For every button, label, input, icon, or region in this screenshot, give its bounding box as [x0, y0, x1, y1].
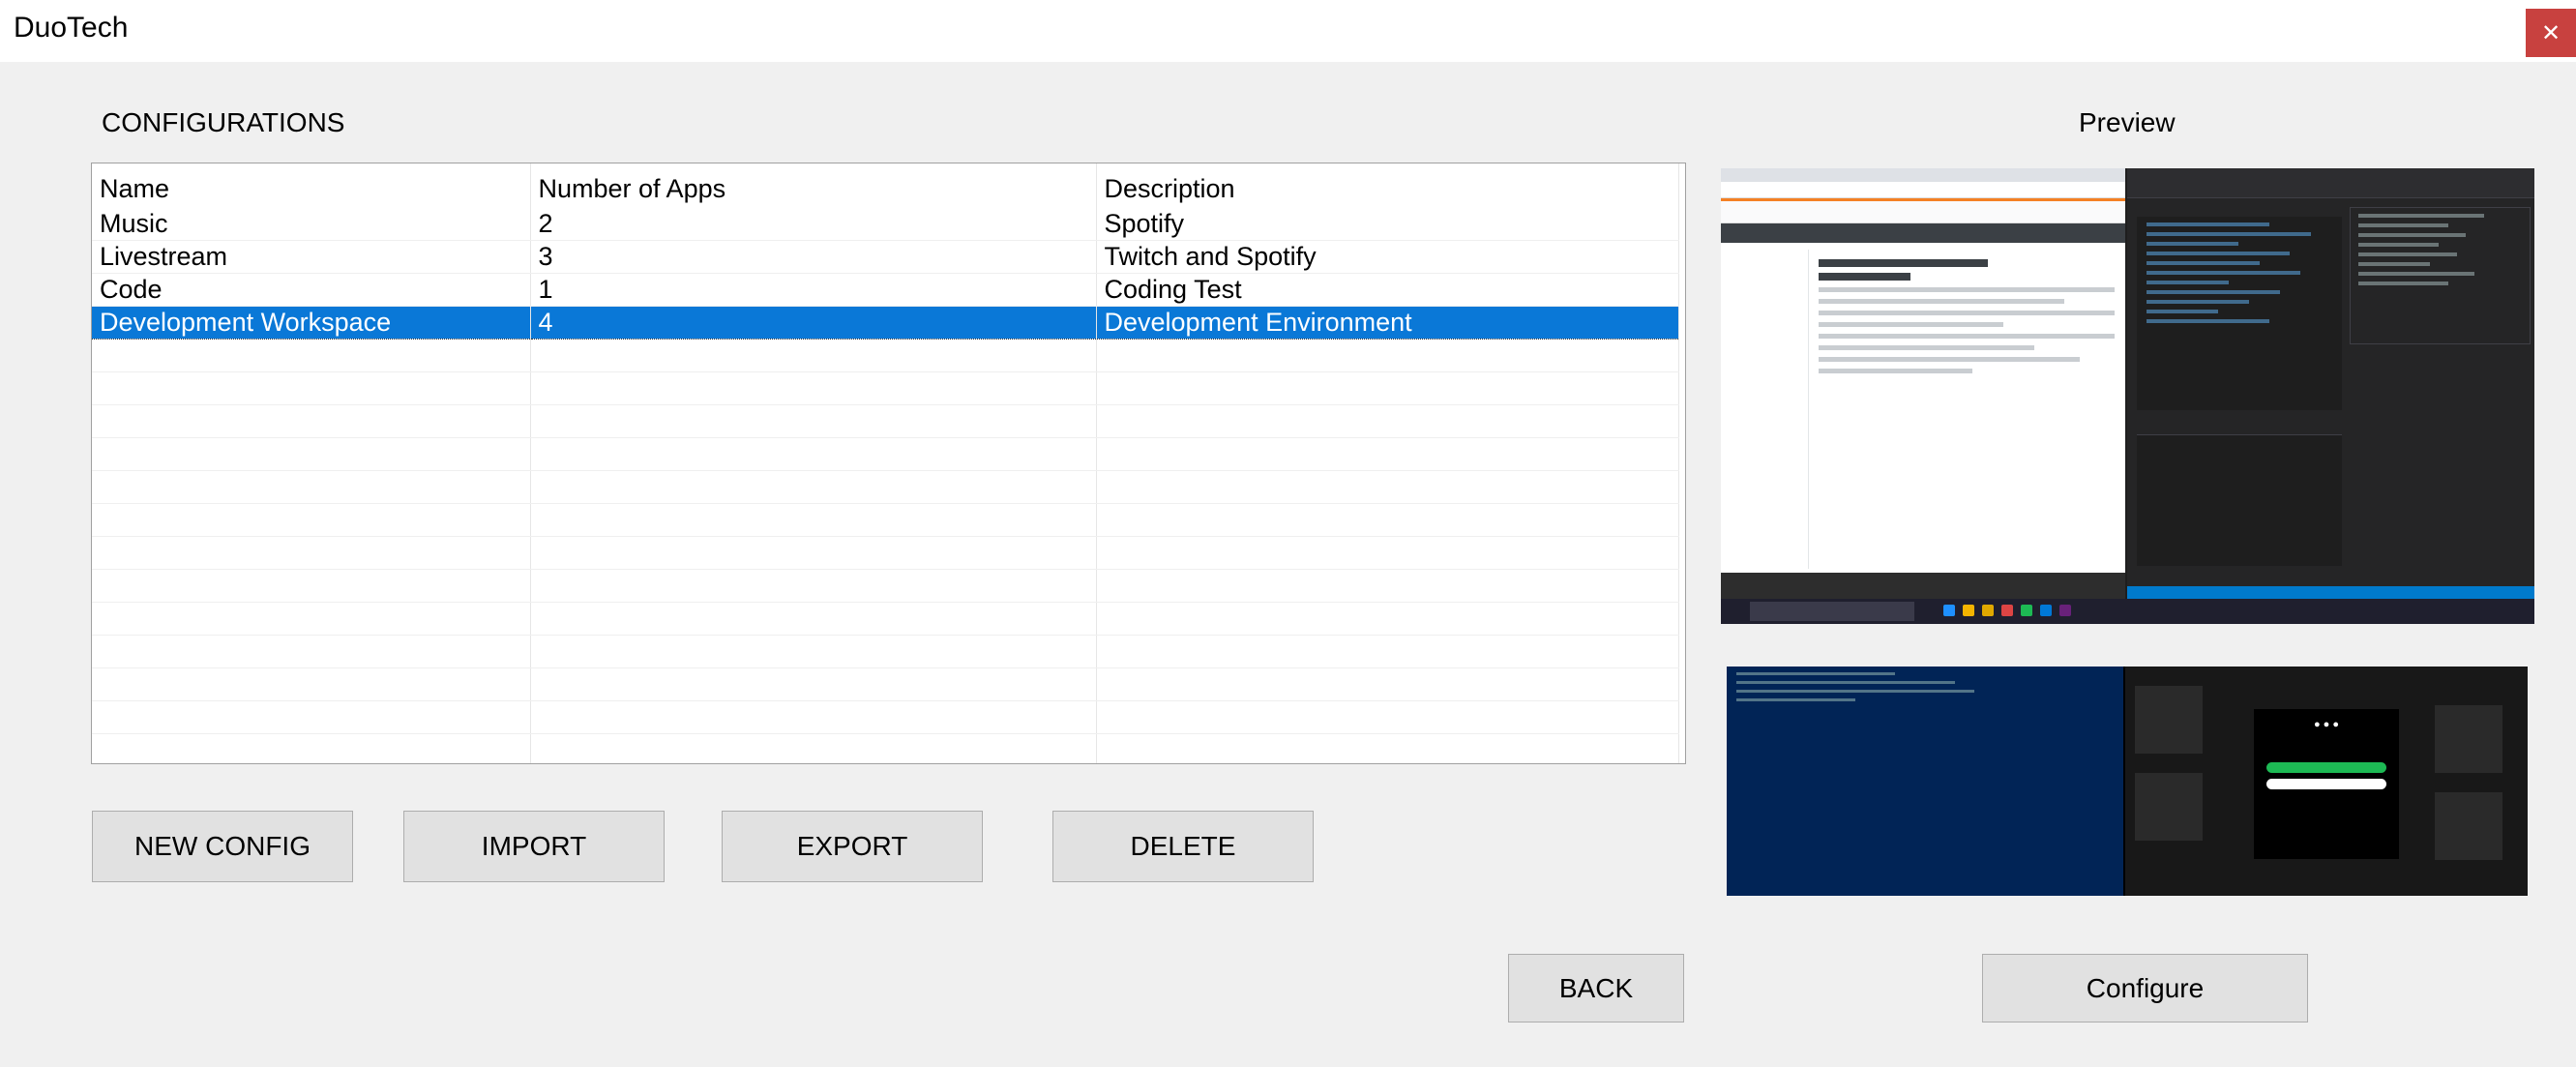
table-cell-description[interactable]	[1096, 503, 1679, 537]
table-cell-name[interactable]: Livestream	[92, 240, 531, 274]
table-cell-description[interactable]	[1096, 470, 1679, 504]
column-header-name[interactable]: Name	[92, 163, 531, 208]
table-row-empty[interactable]	[92, 536, 1679, 570]
preview-music-window: ● ● ●	[2125, 667, 2528, 896]
table-cell-name[interactable]	[92, 404, 531, 438]
table-cell-description[interactable]	[1096, 404, 1679, 438]
table-row-empty[interactable]	[92, 437, 1679, 471]
preview-taskbar	[1721, 599, 2534, 624]
table-cell-description[interactable]: Development Environment	[1096, 306, 1679, 340]
table-cell-description[interactable]	[1096, 667, 1679, 701]
table-cell-name[interactable]: Code	[92, 273, 531, 307]
import-button[interactable]: IMPORT	[403, 811, 665, 882]
table-cell-description[interactable]: Spotify	[1096, 208, 1679, 241]
table-cell-apps[interactable]	[530, 602, 1097, 636]
table-cell-apps[interactable]	[530, 569, 1097, 603]
table-cell-name[interactable]	[92, 503, 531, 537]
table-row[interactable]: Code 1 Coding Test	[92, 273, 1679, 307]
table-row-empty[interactable]	[92, 470, 1679, 504]
table-cell-description[interactable]	[1096, 569, 1679, 603]
table-cell-apps[interactable]	[530, 700, 1097, 734]
new-config-button[interactable]: NEW CONFIG	[92, 811, 353, 882]
preview-browser-window	[1721, 168, 2125, 599]
table-cell-description[interactable]	[1096, 437, 1679, 471]
preview-heading: Preview	[2079, 107, 2176, 137]
table-cell-description[interactable]: Twitch and Spotify	[1096, 240, 1679, 274]
table-cell-name[interactable]	[92, 667, 531, 701]
table-cell-name[interactable]	[92, 339, 531, 372]
table-cell-apps[interactable]: 4	[530, 306, 1097, 340]
table-cell-apps[interactable]	[530, 667, 1097, 701]
table-row-empty[interactable]	[92, 404, 1679, 438]
table-cell-name[interactable]	[92, 569, 531, 603]
table-cell-apps[interactable]: 1	[530, 273, 1097, 307]
table-cell-description[interactable]	[1096, 733, 1679, 763]
table-cell-apps[interactable]: 3	[530, 240, 1097, 274]
configure-button[interactable]: Configure	[1982, 954, 2308, 1023]
table-cell-apps[interactable]	[530, 470, 1097, 504]
back-button[interactable]: BACK	[1508, 954, 1684, 1023]
table-cell-apps[interactable]	[530, 371, 1097, 405]
table-cell-description[interactable]	[1096, 602, 1679, 636]
configurations-heading: CONFIGURATIONS	[102, 107, 345, 137]
table-cell-name[interactable]	[92, 635, 531, 668]
table-row[interactable]: Livestream 3 Twitch and Spotify	[92, 240, 1679, 274]
column-header-apps[interactable]: Number of Apps	[530, 163, 1097, 208]
table-cell-apps[interactable]	[530, 503, 1097, 537]
table-cell-name[interactable]: Music	[92, 208, 531, 241]
table-cell-apps[interactable]: 2	[530, 208, 1097, 241]
table-header-row: Name Number of Apps Description	[92, 163, 1679, 208]
table-cell-name[interactable]	[92, 602, 531, 636]
table-row-empty[interactable]	[92, 569, 1679, 603]
table-cell-name[interactable]: Development Workspace	[92, 306, 531, 340]
close-icon: ✕	[2540, 19, 2561, 46]
table-row-empty[interactable]	[92, 635, 1679, 668]
table-cell-apps[interactable]	[530, 635, 1097, 668]
delete-button[interactable]: DELETE	[1052, 811, 1314, 882]
title-bar: DuoTech ✕	[0, 0, 2576, 62]
table-cell-description[interactable]	[1096, 339, 1679, 372]
table-cell-name[interactable]	[92, 437, 531, 471]
table-row-empty[interactable]	[92, 371, 1679, 405]
preview-screen-1	[1721, 168, 2534, 624]
app-title: DuoTech	[14, 12, 129, 44]
table-row[interactable]: Development Workspace 4 Development Enviro…	[92, 306, 1679, 340]
preview-ide-window	[2127, 168, 2534, 599]
table-cell-apps[interactable]	[530, 536, 1097, 570]
table-cell-description[interactable]	[1096, 536, 1679, 570]
table-row-empty[interactable]	[92, 602, 1679, 636]
preview-terminal-window	[1727, 667, 2125, 896]
table-cell-apps[interactable]	[530, 404, 1097, 438]
table-cell-name[interactable]	[92, 470, 531, 504]
export-button[interactable]: EXPORT	[722, 811, 983, 882]
close-button[interactable]: ✕	[2526, 9, 2576, 57]
table-cell-description[interactable]: Coding Test	[1096, 273, 1679, 307]
table-cell-name[interactable]	[92, 700, 531, 734]
table-cell-description[interactable]	[1096, 371, 1679, 405]
configurations-table[interactable]: Name Number of Apps Description Music 2 Sp…	[91, 163, 1686, 764]
table-cell-name[interactable]	[92, 371, 531, 405]
table-cell-name[interactable]	[92, 536, 531, 570]
column-header-description[interactable]: Description	[1096, 163, 1679, 208]
table-row-empty[interactable]	[92, 503, 1679, 537]
table-cell-apps[interactable]	[530, 733, 1097, 763]
table-row[interactable]: Music 2 Spotify	[92, 208, 1679, 241]
table-row-empty[interactable]	[92, 667, 1679, 701]
table-cell-apps[interactable]	[530, 437, 1097, 471]
table-row-empty[interactable]	[92, 339, 1679, 372]
table-cell-description[interactable]	[1096, 700, 1679, 734]
preview-screen-2: ● ● ●	[1727, 667, 2528, 896]
table-row-empty[interactable]	[92, 700, 1679, 734]
table-cell-name[interactable]	[92, 733, 531, 763]
table-cell-description[interactable]	[1096, 635, 1679, 668]
table-row-empty[interactable]	[92, 733, 1679, 763]
table-cell-apps[interactable]	[530, 339, 1097, 372]
